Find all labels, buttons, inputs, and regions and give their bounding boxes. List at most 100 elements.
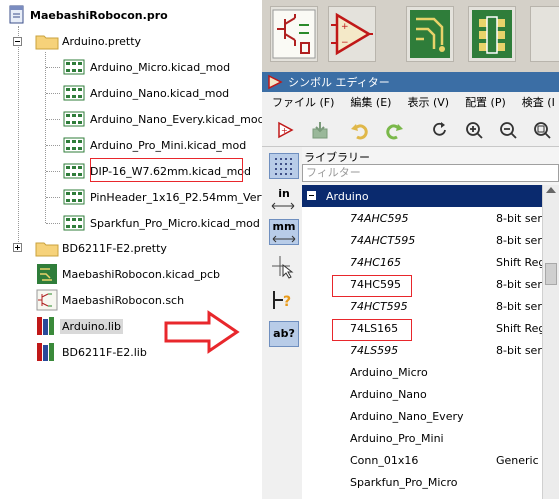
vertical-scrollbar[interactable] xyxy=(542,185,559,499)
menu-inspect[interactable]: 検査 (I xyxy=(512,94,559,110)
ruler-arrows-icon xyxy=(271,202,295,210)
footprint-file-icon xyxy=(63,111,85,127)
menu-view[interactable]: 表示 (V) xyxy=(397,94,455,110)
tree-footprint-item[interactable]: Arduino_Micro.kicad_mod xyxy=(62,56,232,78)
menu-bar: ファイル (F) 編集 (E) 表示 (V) 配置 (P) 検査 (I xyxy=(262,92,559,112)
folder-icon xyxy=(35,242,59,257)
tree-folder-arduino-pretty[interactable]: Arduino.pretty xyxy=(34,30,143,52)
window-title: シンボル エディター xyxy=(288,76,390,89)
tree-file-schematic[interactable]: MaebashiRobocon.sch xyxy=(34,289,186,311)
tree-file-pcb[interactable]: MaebashiRobocon.kicad_pcb xyxy=(34,263,222,285)
symbol-highlight-74hc595 xyxy=(332,275,412,297)
footprint-label: Arduino_Nano_Every.kicad_mod xyxy=(90,112,262,126)
tree-guide xyxy=(46,171,60,172)
symbol-editor-app-icon xyxy=(268,74,283,90)
symbol-highlight-74ls165 xyxy=(332,319,412,341)
show-text-label: ab? xyxy=(273,327,295,340)
menu-file[interactable]: ファイル (F) xyxy=(262,94,340,110)
window-titlebar[interactable]: シンボル エディター xyxy=(262,72,559,92)
symbol-editor-window: シンボル エディター ファイル (F) 編集 (E) 表示 (V) 配置 (P)… xyxy=(262,72,559,499)
grid-toggle-button[interactable] xyxy=(269,153,299,179)
pcb-file-icon xyxy=(37,264,57,284)
symbol-library-tree: Arduino 74AHC595 8-bit ser 74AHCT595 8-bit … xyxy=(302,185,542,499)
menu-edit[interactable]: 編集 (E) xyxy=(340,94,397,110)
tree-file-arduino-lib[interactable]: Arduino.lib xyxy=(34,315,123,337)
tree-footprint-item[interactable]: Sparkfun_Pro_Micro.kicad_mod xyxy=(62,212,262,234)
zoom-out-icon[interactable] xyxy=(498,120,518,140)
undo-icon[interactable] xyxy=(350,120,370,140)
tree-footprint-item[interactable]: Arduino_Nano_Every.kicad_mod xyxy=(62,108,262,130)
units-inch-label: in xyxy=(278,187,290,200)
pcb-editor-button[interactable] xyxy=(406,6,454,62)
footprint-label: Sparkfun_Pro_Micro.kicad_mod xyxy=(90,216,260,230)
project-root[interactable]: MaebashiRobocon.pro xyxy=(6,4,170,26)
symbol-description: 8-bit ser xyxy=(496,233,542,247)
symbol-name: Arduino_Nano xyxy=(350,387,427,401)
file-label: MaebashiRobocon.kicad_pcb xyxy=(62,267,221,281)
symbol-name: Conn_01x16 xyxy=(350,453,419,467)
save-icon[interactable] xyxy=(310,120,330,140)
symbol-list-item[interactable]: 74LS595 8-bit ser xyxy=(302,339,542,361)
library-node-label: Arduino xyxy=(326,189,369,203)
footprint-file-icon xyxy=(63,85,85,101)
symbol-list-item[interactable]: 74AHCT595 8-bit ser xyxy=(302,229,542,251)
footprint-file-icon xyxy=(63,215,85,231)
tree-footprint-item[interactable]: Arduino_Nano.kicad_mod xyxy=(62,82,231,104)
symbol-list-item[interactable]: 74HCT595 8-bit ser xyxy=(302,295,542,317)
more-tools-button[interactable] xyxy=(530,6,559,62)
footprint-file-icon xyxy=(63,59,85,75)
scrollbar-thumb[interactable] xyxy=(545,263,557,285)
project-file-icon xyxy=(9,5,24,24)
filter-input[interactable]: フィルター xyxy=(302,164,559,182)
symbol-list-item[interactable]: Arduino_Nano xyxy=(302,383,542,405)
symbol-description: Shift Reg xyxy=(496,321,542,335)
symbol-description: Generic c xyxy=(496,453,542,467)
symbol-editor-button[interactable]: + − xyxy=(328,6,376,62)
collapse-toggle[interactable] xyxy=(307,191,316,200)
redo-icon[interactable] xyxy=(384,120,404,140)
symbol-list-item[interactable]: Arduino_Pro_Mini xyxy=(302,427,542,449)
tree-footprint-item[interactable]: Arduino_Pro_Mini.kicad_mod xyxy=(62,134,248,156)
footprint-file-icon xyxy=(63,137,85,153)
footprint-editor-button[interactable] xyxy=(468,6,516,62)
symbol-list-item[interactable]: Arduino_Micro xyxy=(302,361,542,383)
units-mm-label: mm xyxy=(272,220,296,233)
tree-file-bd6211f-lib[interactable]: BD6211F-E2.lib xyxy=(34,341,149,363)
svg-text:?: ? xyxy=(283,294,291,310)
symbol-list-item[interactable]: 74HC165 Shift Reg xyxy=(302,251,542,273)
tree-footprint-item[interactable]: PinHeader_1x16_P2.54mm_Vertic xyxy=(62,186,262,208)
pin-question-icon: ? xyxy=(273,291,291,310)
cursor-shape-button[interactable] xyxy=(269,253,299,279)
zoom-in-icon[interactable] xyxy=(464,120,484,140)
svg-text:+: + xyxy=(341,22,349,32)
menu-place[interactable]: 配置 (P) xyxy=(455,94,512,110)
pin-check-button[interactable]: ? xyxy=(269,287,299,313)
refresh-icon[interactable] xyxy=(430,120,450,140)
symbol-list-item[interactable]: Sparkfun_Pro_Micro xyxy=(302,471,542,493)
library-node-arduino[interactable]: Arduino xyxy=(302,185,542,207)
symbol-name: Arduino_Pro_Mini xyxy=(350,431,444,445)
zoom-fit-icon[interactable] xyxy=(532,120,552,140)
right-arrow-icon xyxy=(164,310,240,354)
symbol-list-item[interactable]: Arduino_Nano_Every xyxy=(302,405,542,427)
symbol-name: 74HCT595 xyxy=(350,299,408,313)
svg-text:+: + xyxy=(281,126,288,135)
scroll-up-arrow-icon[interactable] xyxy=(546,187,556,193)
units-mm-button[interactable]: mm xyxy=(269,219,299,245)
symbol-name: 74LS595 xyxy=(350,343,399,357)
svg-text:−: − xyxy=(341,38,349,48)
tree-folder-bd6211f-pretty[interactable]: BD6211F-E2.pretty xyxy=(34,237,169,259)
library-file-icon xyxy=(37,317,54,335)
footprint-file-icon xyxy=(63,163,85,179)
show-text-button[interactable]: ab? xyxy=(269,321,299,347)
units-inch-button[interactable]: in xyxy=(269,187,299,213)
schematic-editor-button[interactable] xyxy=(270,6,318,62)
collapse-toggle[interactable] xyxy=(13,37,22,46)
file-label: BD6211F-E2.lib xyxy=(62,345,147,359)
tree-guide xyxy=(46,67,60,68)
symbol-list-item[interactable]: Conn_01x16 Generic c xyxy=(302,449,542,471)
expand-toggle[interactable] xyxy=(13,243,22,252)
new-symbol-icon[interactable]: + xyxy=(276,120,296,140)
project-tree: MaebashiRobocon.pro Arduino.pretty Ardui… xyxy=(0,0,262,499)
symbol-list-item[interactable]: 74AHC595 8-bit ser xyxy=(302,207,542,229)
